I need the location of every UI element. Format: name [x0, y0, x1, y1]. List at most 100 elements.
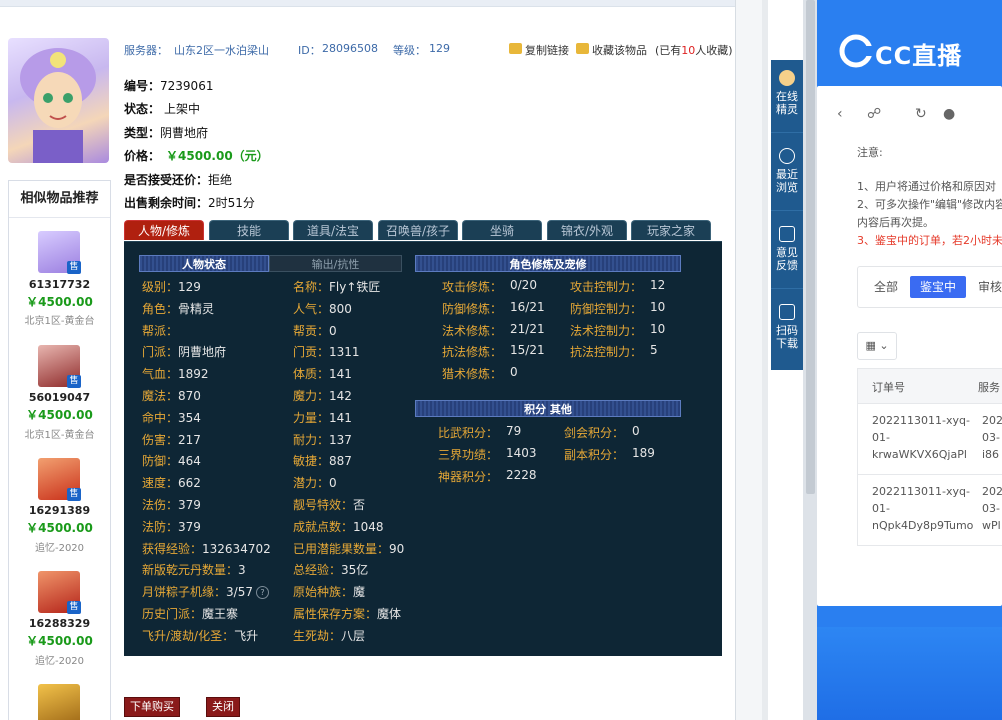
cc-logo-text: CC直播	[875, 42, 963, 70]
favorite-button[interactable]: 收藏该物品	[592, 42, 647, 58]
cc-footer	[817, 627, 1002, 720]
back-icon[interactable]: ‹	[837, 106, 843, 122]
stat-label: 魔法：	[142, 389, 179, 403]
item-thumbnail[interactable]: 售	[38, 458, 81, 501]
stat-row: 新版乾元丹数量：3	[142, 561, 246, 578]
globe-icon[interactable]: ●	[943, 106, 955, 122]
score-header: 积分 其他	[415, 400, 681, 417]
toolbar-label: 在线 精灵	[776, 90, 798, 116]
page-scrollbar[interactable]	[762, 0, 768, 720]
character-stats-panel: 人物状态 输出/抗性 角色修炼及宠修 级别：129 角色：骨精灵 帮派： 门派：阴曹地…	[124, 241, 722, 656]
stat-label: 总经验：	[293, 563, 342, 578]
stat-label: 力量：	[293, 410, 330, 425]
stat-value: 16/21	[510, 299, 545, 314]
stat-label: 名称：	[293, 280, 330, 294]
id-value: 28096508	[322, 42, 378, 55]
sidebar-title: 相似物品推荐	[9, 181, 110, 218]
toolbar-online-assistant[interactable]: 在线 精灵	[771, 60, 803, 133]
status-label: 状态：	[124, 102, 161, 116]
item-thumbnail[interactable]: 售	[38, 231, 81, 274]
stat-row: 获得经验：132634702	[142, 540, 271, 557]
item-server: 北京1区-黄金台	[24, 316, 95, 327]
assistant-icon	[779, 70, 795, 86]
stat-row: 已用潜能果数量：90	[293, 540, 404, 557]
tab-mounts[interactable]: 坐骑	[462, 220, 542, 240]
stat-value: 魔体	[377, 607, 402, 621]
tab-all[interactable]: 全部	[866, 276, 906, 298]
stat-row: 帮派：	[142, 322, 178, 339]
stat-label: 获得经验：	[142, 541, 203, 556]
tab-character[interactable]: 人物/修炼	[124, 220, 204, 240]
tab-skills[interactable]: 技能	[209, 220, 289, 240]
order-id: 2022113011-xyq- 01- krwaWKVX6QjaPl	[872, 414, 970, 461]
subtab-status[interactable]: 人物状态	[139, 255, 269, 272]
tab-appearance[interactable]: 锦衣/外观	[547, 220, 627, 240]
table-row[interactable]: 2022113011-xyq- 01- nQpk4Dy8p9Tumo 202 0…	[858, 475, 1002, 545]
browser-scroll-thumb[interactable]	[806, 0, 815, 494]
tab-pets[interactable]: 召唤兽/孩子	[378, 220, 458, 240]
item-server: 北京1区-黄金台	[24, 430, 95, 441]
list-item[interactable]: 售 16291389 ￥4500.00 追忆-2020	[9, 458, 110, 566]
toolbar-download[interactable]: 扫码 下载	[771, 294, 803, 366]
item-thumbnail[interactable]: 售	[38, 571, 81, 614]
item-price: ￥4500.00	[26, 521, 93, 535]
stat-row: 属性保存方案：魔体	[293, 605, 401, 622]
cc-logo-icon	[839, 34, 873, 68]
stat-label: 剑会积分：	[564, 426, 625, 440]
list-item[interactable]: 售 16288329 ￥4500.00 追忆-2020	[9, 571, 110, 679]
table-row[interactable]: 2022113011-xyq- 01- krwaWKVX6QjaPl 202 0…	[858, 404, 1002, 475]
note-line-1: 1、用户将通过价格和原因对	[857, 180, 996, 193]
scan-icon	[779, 304, 795, 320]
stat-value: 132634702	[202, 541, 271, 556]
stat-value: 0/20	[510, 278, 537, 292]
stat-row: 魔法：870	[142, 387, 201, 404]
stat-value: 0	[510, 365, 518, 380]
subtab-output[interactable]: 输出/抗性	[269, 255, 402, 272]
stat-value: 1048	[353, 519, 384, 534]
tab-appraising[interactable]: 鉴宝中	[910, 276, 966, 298]
refresh-icon[interactable]: ↻	[915, 106, 927, 122]
sale-badge: 售	[67, 261, 81, 274]
column-settings-button[interactable]: ▦ ⌄	[857, 332, 897, 360]
stat-row: 角色：骨精灵	[142, 300, 214, 317]
stat-label: 属性保存方案：	[293, 607, 378, 621]
stat-value: 379	[178, 498, 201, 512]
stat-value: 1892	[178, 367, 209, 382]
bargain-label: 是否接受还价：	[124, 173, 209, 187]
col-order-header: 订单号	[872, 381, 905, 394]
toolbar-feedback[interactable]: 意见 反馈	[771, 216, 803, 289]
remaining-value: 2时51分	[208, 196, 255, 210]
toolbar-recent[interactable]: 最近 浏览	[771, 138, 803, 211]
stat-value: 八层	[341, 628, 366, 643]
stat-value: 阴曹地府	[178, 345, 227, 360]
link-icon	[509, 43, 522, 54]
link-icon[interactable]: ☍	[867, 106, 881, 122]
list-item[interactable]: 售 61317732 ￥4500.00 北京1区-黄金台	[9, 231, 110, 339]
stat-value: 15/21	[510, 343, 545, 358]
stat-value: 142	[329, 389, 352, 403]
stat-label: 抗法控制力：	[570, 345, 643, 360]
order-button[interactable]: 下单购买	[124, 697, 180, 717]
tab-items[interactable]: 道具/法宝	[293, 220, 373, 240]
copy-link-button[interactable]: 复制链接	[525, 42, 569, 58]
status-value: 上架中	[164, 102, 201, 116]
stat-label: 副本积分：	[564, 448, 625, 462]
help-icon[interactable]: ?	[255, 586, 269, 600]
item-thumbnail[interactable]	[38, 684, 80, 720]
stat-row: 攻击修炼： 0/20	[442, 278, 537, 295]
item-id: 61317732	[28, 278, 91, 291]
stat-label: 攻击修炼：	[442, 280, 503, 294]
item-status: 状态： 上架中	[124, 100, 200, 117]
list-item[interactable]: 售 56019047 ￥4500.00 北京1区-黄金台	[9, 345, 110, 453]
stat-label: 靓号特效：	[293, 498, 354, 512]
item-type: 类型：阴曹地府	[124, 124, 208, 141]
tab-review[interactable]: 审核	[970, 276, 1002, 298]
type-label: 类型：	[124, 126, 161, 140]
tab-home[interactable]: 玩家之家	[631, 220, 711, 240]
item-server: 追忆-2020	[34, 656, 85, 667]
item-id: 16288329	[28, 617, 91, 630]
stat-value: 10	[650, 299, 666, 314]
item-thumbnail[interactable]: 售	[38, 345, 81, 388]
close-button[interactable]: 关闭	[206, 697, 240, 717]
stat-row: 命中：354	[142, 409, 201, 426]
